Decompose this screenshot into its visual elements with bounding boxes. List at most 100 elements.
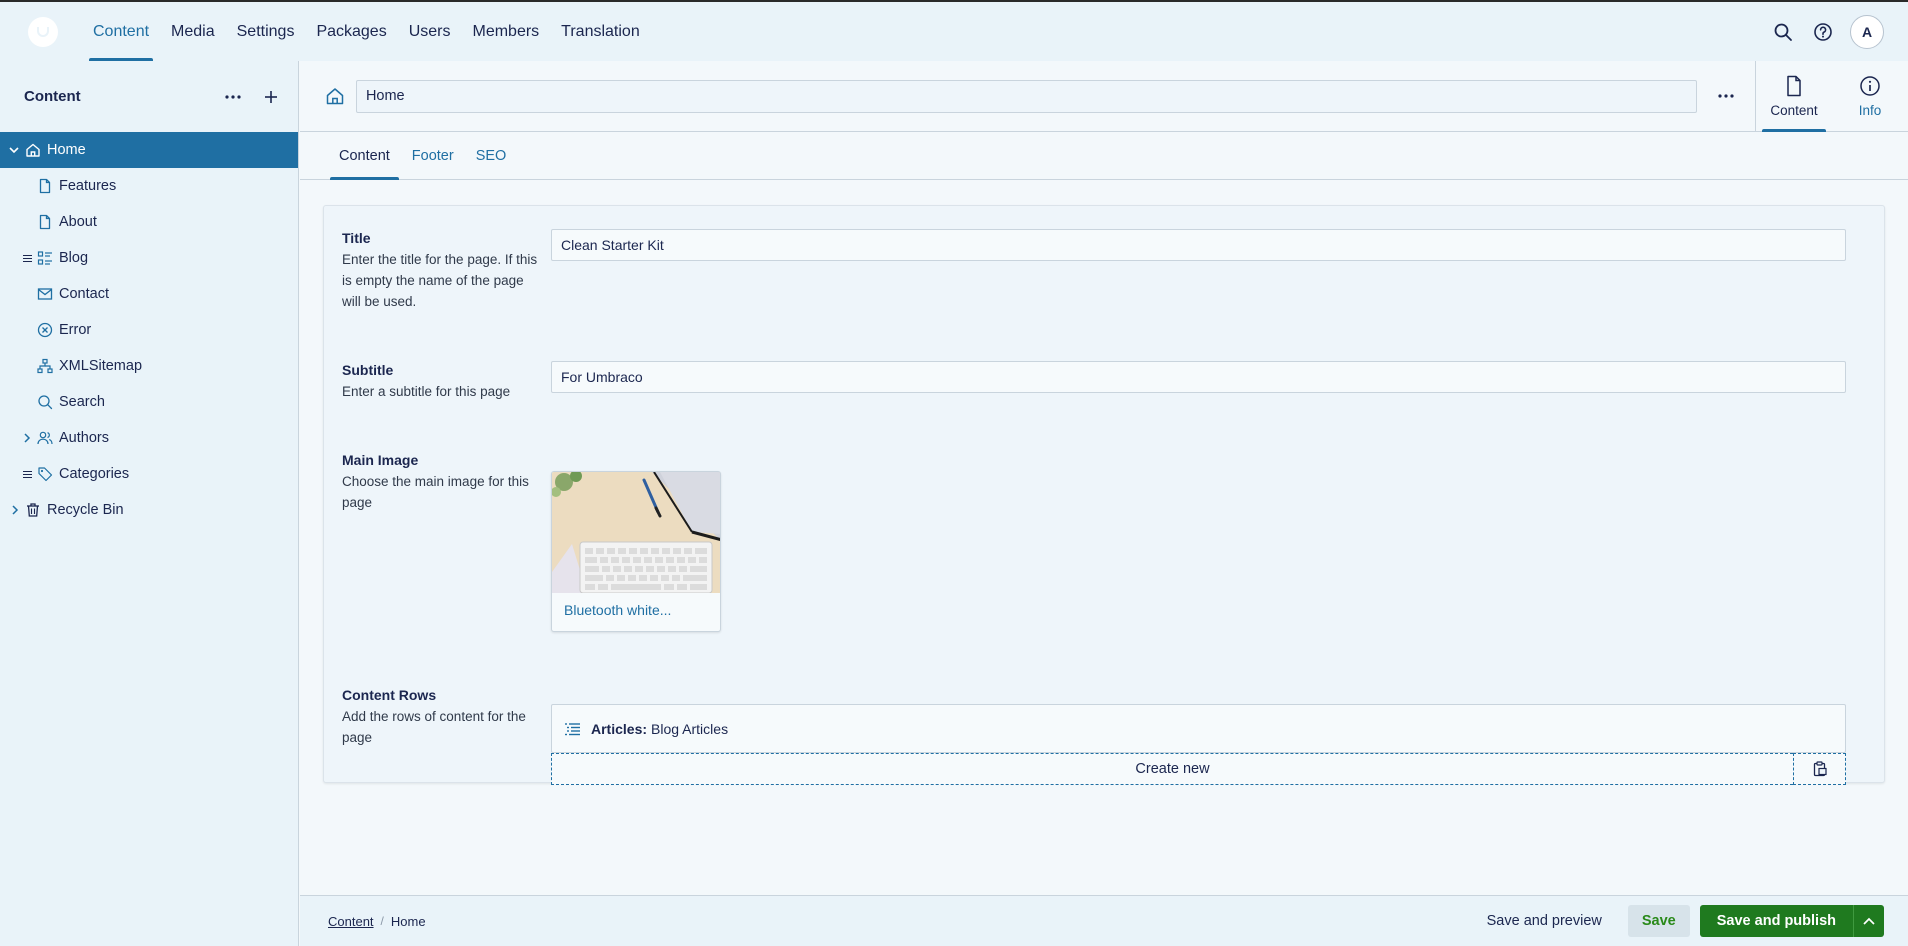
drag-handle-icon[interactable]: [23, 254, 33, 263]
create-new-button[interactable]: Create new: [551, 753, 1793, 785]
section-content[interactable]: Content: [82, 2, 160, 61]
document-icon: [37, 178, 53, 194]
list-icon: [37, 250, 53, 266]
property-group-tabs: Content Footer SEO: [300, 132, 1908, 180]
tab-seo[interactable]: SEO: [467, 132, 516, 179]
document-editor: Content Info Content Footer SEO Title En…: [300, 60, 1908, 946]
property-description: Choose the main image for this page: [342, 474, 529, 510]
view-tab-label: Info: [1858, 102, 1882, 118]
mail-icon: [37, 286, 53, 302]
tree-item-features[interactable]: Features: [0, 168, 298, 204]
drag-handle-icon[interactable]: [23, 470, 33, 479]
property-main-image: Main Image Choose the main image for thi…: [342, 452, 542, 513]
sitemap-icon: [37, 358, 53, 374]
view-tab-label: Content: [1770, 102, 1818, 118]
error-icon: [37, 322, 53, 338]
search-icon[interactable]: [1770, 19, 1796, 45]
sidebar-header: Content: [0, 61, 298, 132]
save-and-publish-group: Save and publish: [1699, 905, 1884, 937]
tag-icon: [37, 466, 53, 482]
property-subtitle: Subtitle Enter a subtitle for this page: [342, 362, 542, 402]
chevron-right-icon[interactable]: [9, 504, 21, 516]
subtitle-input[interactable]: [551, 361, 1846, 393]
trash-icon: [25, 502, 41, 518]
tree-item-label: Home: [47, 142, 86, 158]
section-settings[interactable]: Settings: [226, 2, 306, 61]
tree-item-contact[interactable]: Contact: [0, 276, 298, 312]
add-icon[interactable]: [258, 84, 284, 110]
chevron-right-icon[interactable]: [21, 432, 33, 444]
search-icon: [37, 394, 53, 410]
block-type-label: Articles:: [591, 720, 648, 737]
tree-item-authors[interactable]: Authors: [0, 420, 298, 456]
property-label: Content Rows: [342, 687, 437, 703]
sidebar-title: Content: [24, 88, 81, 105]
title-input[interactable]: [551, 229, 1846, 261]
tree-item-label: Categories: [59, 466, 130, 482]
properties-panel: Title Enter the title for the page. If t…: [323, 205, 1885, 785]
tree-item-label: Blog: [59, 250, 89, 266]
tree-item-label: Recycle Bin: [47, 502, 124, 518]
section-media[interactable]: Media: [160, 2, 226, 61]
list-icon: [564, 721, 581, 737]
block-list-item[interactable]: Articles: Blog Articles: [551, 704, 1846, 753]
property-description: Enter the title for the page. If this is…: [342, 252, 538, 309]
tree-item-error[interactable]: Error: [0, 312, 298, 348]
tab-content[interactable]: Content: [330, 132, 399, 180]
chevron-down-icon[interactable]: [8, 144, 20, 156]
property-label: Subtitle: [342, 362, 394, 378]
tab-footer[interactable]: Footer: [403, 132, 463, 179]
section-translation[interactable]: Translation: [550, 2, 651, 61]
tree-item-label: About: [59, 214, 97, 230]
tree-item-label: Contact: [59, 286, 109, 302]
breadcrumb-home: Home: [390, 913, 426, 929]
umbraco-logo[interactable]: [28, 16, 58, 47]
more-options-icon[interactable]: [220, 84, 246, 110]
property-label: Title: [342, 230, 371, 246]
section-tabs: Content Media Settings Packages Users Me…: [82, 2, 651, 61]
tree-item-recycle-bin[interactable]: Recycle Bin: [0, 492, 298, 528]
tree-item-label: XMLSitemap: [59, 358, 143, 374]
view-tab-info[interactable]: Info: [1832, 61, 1908, 132]
home-icon: [25, 142, 41, 158]
view-tab-content[interactable]: Content: [1756, 61, 1832, 132]
content-tree-sidebar: Content Home Features About Blog Contact…: [0, 61, 299, 946]
more-actions-icon[interactable]: [1711, 81, 1741, 111]
tree-item-xmlsitemap[interactable]: XMLSitemap: [0, 348, 298, 384]
save-and-publish-button[interactable]: Save and publish: [1699, 905, 1853, 937]
document-name-input[interactable]: [355, 79, 1698, 113]
editor-footer: Content / Home Save and preview Save Sav…: [300, 895, 1908, 946]
save-and-preview-button[interactable]: Save and preview: [1473, 905, 1616, 937]
document-icon: [1784, 75, 1804, 97]
breadcrumb-content[interactable]: Content: [328, 914, 374, 929]
user-avatar[interactable]: A: [1850, 14, 1884, 49]
tree-item-blog[interactable]: Blog: [0, 240, 298, 276]
save-button[interactable]: Save: [1627, 905, 1690, 937]
property-description: Add the rows of content for the page: [342, 709, 526, 745]
users-icon: [37, 430, 53, 446]
block-name: Blog Articles: [651, 720, 729, 737]
tree-item-label: Search: [59, 394, 105, 410]
home-icon[interactable]: [322, 83, 348, 109]
property-content-rows: Content Rows Add the rows of content for…: [342, 687, 542, 748]
section-members[interactable]: Members: [461, 2, 550, 61]
help-icon[interactable]: [1810, 19, 1836, 45]
property-title: Title Enter the title for the page. If t…: [342, 230, 542, 312]
breadcrumb-separator: /: [380, 914, 384, 928]
media-name-link[interactable]: Bluetooth white...: [552, 593, 720, 627]
tree-item-home[interactable]: Home: [0, 132, 298, 168]
tree-item-search[interactable]: Search: [0, 384, 298, 420]
property-label: Main Image: [342, 452, 419, 468]
chevron-up-icon[interactable]: [1853, 905, 1884, 937]
section-users[interactable]: Users: [398, 2, 462, 61]
workspace-views: Content Info: [1755, 60, 1908, 132]
tree-item-about[interactable]: About: [0, 204, 298, 240]
tree-item-categories[interactable]: Categories: [0, 456, 298, 492]
clipboard-paste-icon[interactable]: [1793, 753, 1846, 785]
block-create-row: Create new: [551, 753, 1846, 785]
media-thumbnail-image: [552, 472, 720, 593]
media-card[interactable]: Bluetooth white...: [551, 471, 721, 632]
top-actions: A: [1770, 14, 1908, 49]
tree-item-label: Features: [59, 178, 117, 194]
section-packages[interactable]: Packages: [305, 2, 397, 61]
